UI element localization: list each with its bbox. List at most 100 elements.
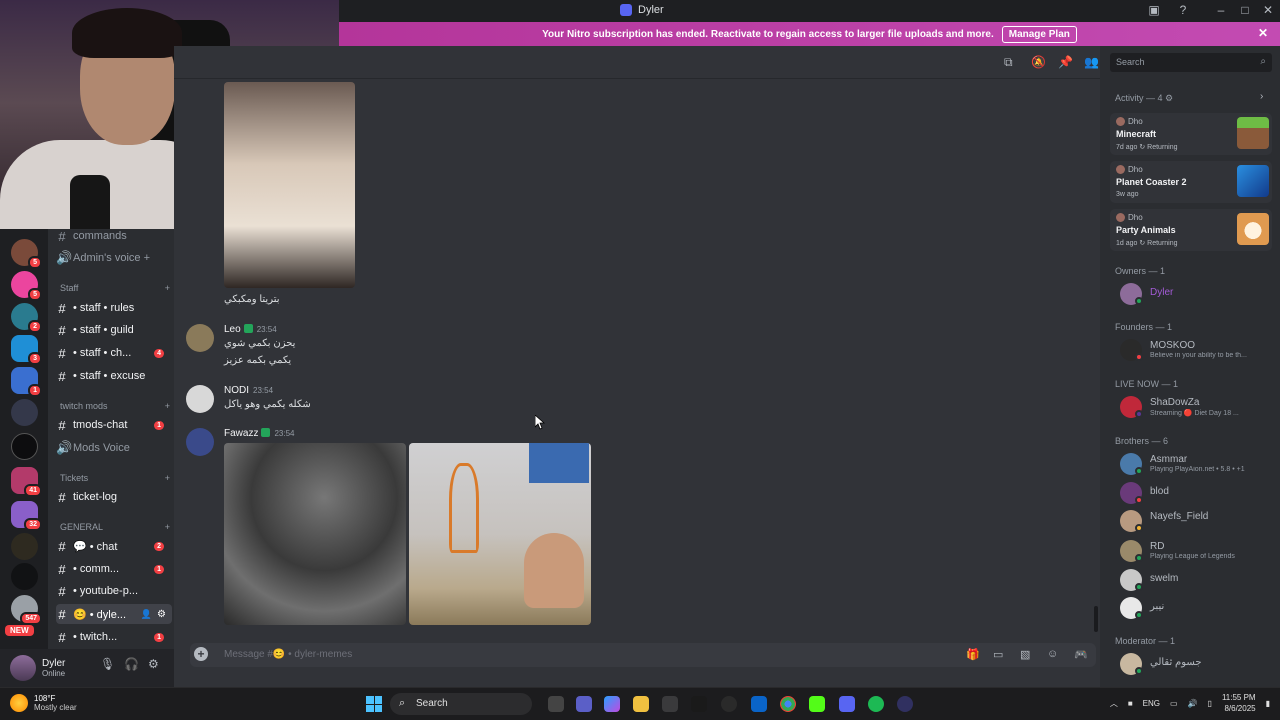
category-tickets[interactable]: Tickets + bbox=[60, 473, 170, 483]
voice-channel-admin[interactable]: 🔊 Admin's voice + bbox=[56, 248, 172, 268]
add-channel-icon[interactable]: + bbox=[165, 473, 170, 483]
maximize-button[interactable]: □ bbox=[1236, 3, 1254, 17]
help-icon[interactable]: ? bbox=[1174, 3, 1192, 17]
message-avatar[interactable] bbox=[186, 324, 214, 352]
file-explorer-icon[interactable] bbox=[633, 696, 649, 712]
app-icon[interactable] bbox=[721, 696, 737, 712]
inbox-icon[interactable]: ▣ bbox=[1145, 3, 1163, 17]
server-icon-9[interactable]: 32 bbox=[11, 501, 42, 531]
member-item[interactable]: RD Playing League of Legends bbox=[1120, 538, 1275, 564]
category-twitch-mods[interactable]: twitch mods + bbox=[60, 401, 170, 411]
language-indicator[interactable]: ENG bbox=[1143, 699, 1160, 708]
weather-widget[interactable]: 108°F Mostly clear bbox=[10, 694, 77, 712]
minimize-button[interactable]: – bbox=[1212, 3, 1230, 17]
spotify-icon[interactable] bbox=[868, 696, 884, 712]
category-general[interactable]: GENERAL + bbox=[60, 522, 170, 532]
headphones-icon[interactable]: 🎧 bbox=[124, 657, 139, 671]
tray-apps-icon[interactable]: ■ bbox=[1128, 699, 1133, 708]
server-icon-3[interactable]: 2 bbox=[11, 303, 42, 333]
windows-start-icon[interactable] bbox=[366, 696, 382, 712]
member-item[interactable]: swelm bbox=[1120, 567, 1275, 593]
channel-twitch[interactable]: # • twitch... 1 bbox=[56, 627, 172, 647]
add-channel-icon[interactable]: + bbox=[165, 283, 170, 293]
battery-icon[interactable]: ▯ bbox=[1208, 699, 1212, 708]
channel-tmods-chat[interactable]: # tmods-chat 1 bbox=[56, 415, 172, 435]
activities-icon[interactable]: 🎮 bbox=[1074, 648, 1088, 661]
member-item[interactable]: MOSKOO Believe in your ability to be th..… bbox=[1120, 337, 1275, 363]
message-image-2[interactable] bbox=[409, 443, 591, 625]
mute-bell-icon[interactable]: 🔕 bbox=[1031, 55, 1046, 69]
message-avatar[interactable] bbox=[186, 385, 214, 413]
taskbar-search[interactable]: ⌕ Search bbox=[390, 693, 532, 715]
activity-card[interactable]: Dho Minecraft 7d ago ↻ Returning bbox=[1110, 113, 1272, 155]
gift-icon[interactable]: 🎁 bbox=[966, 648, 980, 661]
add-attachment-icon[interactable]: + bbox=[194, 647, 208, 661]
channel-comm[interactable]: # • comm... 1 bbox=[56, 559, 172, 579]
server-icon-2[interactable]: 5 bbox=[11, 271, 42, 301]
close-window-button[interactable]: ✕ bbox=[1259, 3, 1277, 17]
server-icon-12[interactable]: 547 bbox=[11, 595, 42, 625]
channel-dyler-memes[interactable]: # 😊 • dyle... ⚙ 👤 bbox=[56, 604, 172, 624]
message-image-1[interactable] bbox=[224, 443, 406, 625]
channel-staff-rules[interactable]: # • staff • rules bbox=[56, 298, 172, 318]
notification-icon[interactable]: ▮ bbox=[1266, 699, 1270, 708]
user-avatar[interactable] bbox=[10, 655, 36, 681]
sticker-icon[interactable]: ▧ bbox=[1020, 648, 1030, 661]
volume-icon[interactable]: 🔊 bbox=[1188, 699, 1198, 708]
microphone-icon[interactable]: 🎙 bbox=[100, 657, 115, 671]
server-icon-8[interactable]: 41 bbox=[11, 467, 42, 497]
server-icon-10[interactable] bbox=[11, 533, 38, 560]
add-channel-icon[interactable]: + bbox=[165, 401, 170, 411]
store-icon[interactable] bbox=[662, 696, 678, 712]
channel-youtube[interactable]: # • youtube-p... bbox=[56, 581, 172, 601]
manage-plan-button[interactable]: Manage Plan bbox=[1001, 25, 1077, 43]
server-icon-7[interactable] bbox=[11, 433, 38, 460]
voice-channel-mods[interactable]: 🔊 Mods Voice bbox=[56, 438, 172, 458]
member-item[interactable]: نيبر bbox=[1120, 595, 1275, 621]
server-icon-5[interactable]: 1 bbox=[11, 367, 42, 397]
copilot-icon[interactable] bbox=[604, 696, 620, 712]
category-staff[interactable]: Staff + bbox=[60, 283, 170, 293]
server-icon-6[interactable] bbox=[11, 399, 38, 426]
message-author[interactable]: Leo bbox=[224, 324, 241, 335]
obs-icon[interactable] bbox=[897, 696, 913, 712]
discord-icon[interactable] bbox=[839, 696, 855, 712]
member-item[interactable]: ShaDowZa Streaming 🔴 Diet Day 18 ... bbox=[1120, 394, 1275, 420]
network-icon[interactable]: ▭ bbox=[1170, 699, 1178, 708]
activity-header[interactable]: Activity — 4 ⚙ bbox=[1115, 93, 1173, 104]
teams-icon[interactable] bbox=[576, 696, 592, 712]
invite-icon[interactable]: 👤 bbox=[141, 609, 152, 620]
gif-icon[interactable]: ▭ bbox=[993, 648, 1003, 661]
server-icon-4[interactable]: 3 bbox=[11, 335, 42, 365]
threads-icon[interactable]: ⧉ bbox=[1004, 55, 1013, 70]
chat-scrollbar[interactable] bbox=[1094, 606, 1098, 632]
message-author[interactable]: NODI bbox=[224, 385, 249, 396]
settings-gear-icon[interactable]: ⚙ bbox=[157, 609, 166, 620]
member-item[interactable]: Asmmar Playing PlayAion.net • 5.8 • +1 bbox=[1120, 451, 1275, 477]
kick-icon[interactable] bbox=[809, 696, 825, 712]
message-composer[interactable]: + Message #😊 • dyler-memes 🎁 ▭ ▧ ☺ 🎮 bbox=[190, 643, 1096, 667]
outlook-icon[interactable] bbox=[751, 696, 767, 712]
member-item[interactable]: Nayefs_Field bbox=[1120, 508, 1275, 534]
message-author[interactable]: Fawazz bbox=[224, 428, 258, 439]
channel-ticket-log[interactable]: # ticket-log bbox=[56, 487, 172, 507]
close-banner-icon[interactable]: ✕ bbox=[1258, 26, 1268, 40]
activity-card[interactable]: Dho Party Animals 1d ago ↻ Returning bbox=[1110, 209, 1272, 251]
message-image[interactable] bbox=[224, 82, 355, 288]
pin-icon[interactable]: 📌 bbox=[1058, 55, 1073, 69]
channel-staff-ch[interactable]: # • staff • ch... 4 bbox=[56, 343, 172, 363]
member-list-icon[interactable]: 👥 bbox=[1084, 55, 1099, 69]
server-icon-11[interactable] bbox=[11, 563, 38, 590]
emoji-icon[interactable]: ☺ bbox=[1047, 648, 1058, 660]
channel-commands[interactable]: # commands bbox=[56, 226, 172, 246]
server-icon-1[interactable]: 5 bbox=[11, 239, 42, 269]
activity-card[interactable]: Dho Planet Coaster 2 3w ago bbox=[1110, 161, 1272, 203]
user-settings-gear-icon[interactable]: ⚙ bbox=[148, 657, 159, 671]
channel-staff-guild[interactable]: # • staff • guild bbox=[56, 320, 172, 340]
channel-staff-excuse[interactable]: # • staff • excuse bbox=[56, 366, 172, 386]
clock[interactable]: 11:55 PM 8/6/2025 bbox=[1222, 692, 1256, 714]
channel-chat[interactable]: # 💬 • chat 2 bbox=[56, 536, 172, 556]
tray-chevron-icon[interactable]: ︿ bbox=[1110, 698, 1118, 709]
add-channel-icon[interactable]: + bbox=[165, 522, 170, 532]
member-item[interactable]: جسوم ثقالي bbox=[1120, 651, 1275, 677]
